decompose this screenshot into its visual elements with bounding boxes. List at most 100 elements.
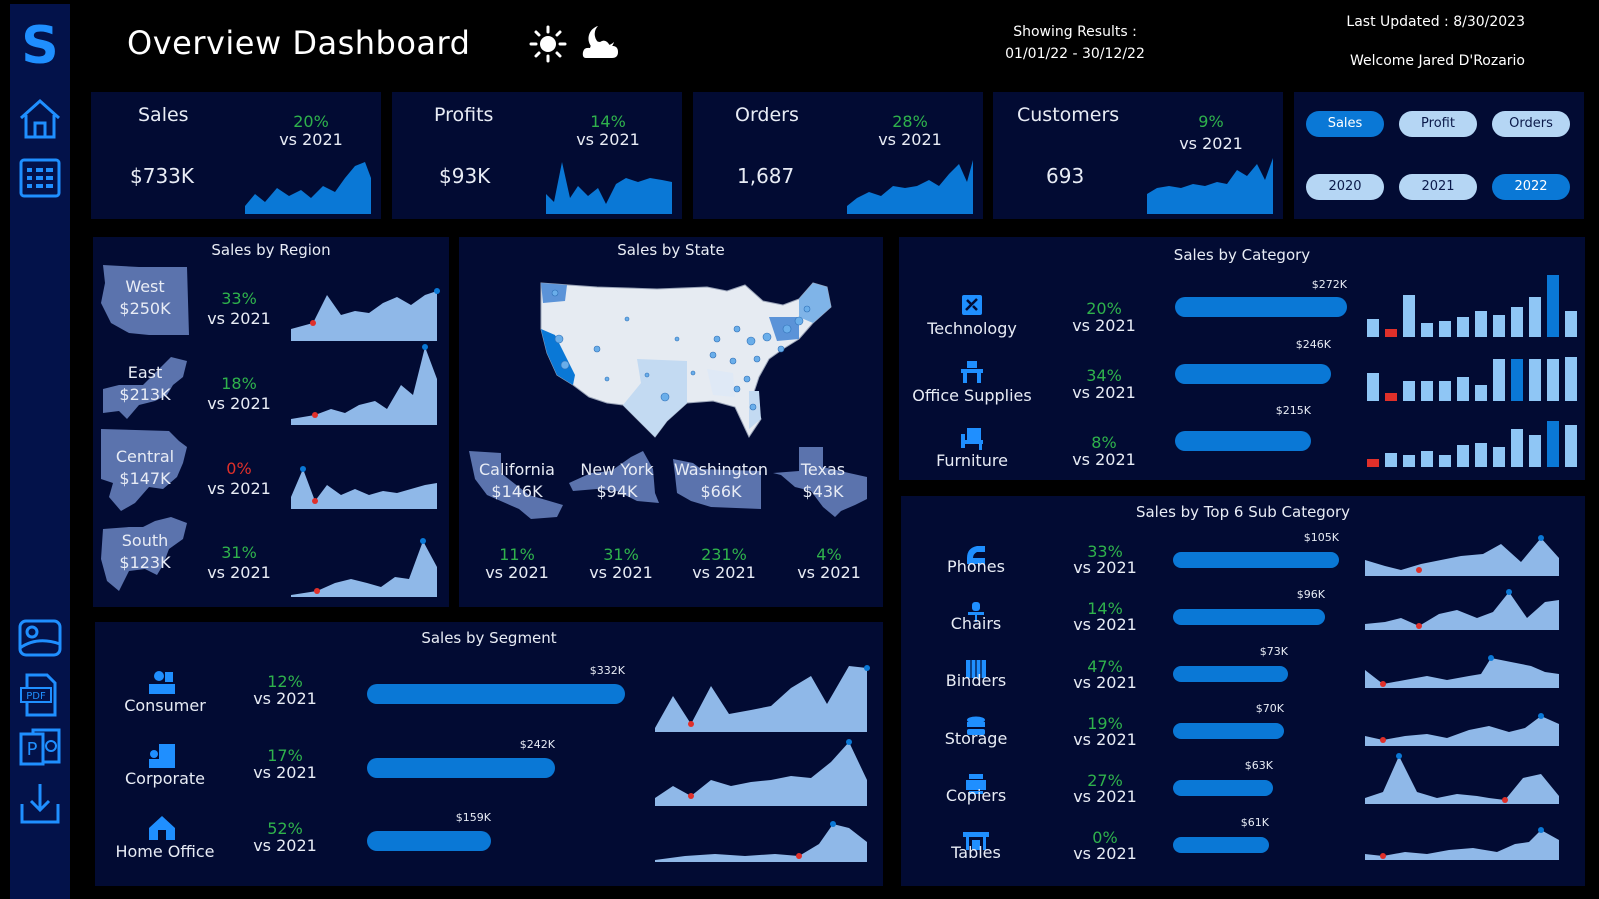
region-value: $213K [119, 385, 171, 404]
sales-by-subcategory-panel: Sales by Top 6 Sub Category Phones Chair… [901, 496, 1585, 886]
furniture-icon [961, 428, 983, 450]
svg-text:PDF: PDF [26, 691, 46, 702]
corporate-icon [149, 744, 175, 768]
download-icon[interactable] [17, 780, 63, 826]
powerpoint-icon[interactable]: P [17, 724, 63, 770]
category-bar-label: $246K [1295, 338, 1331, 351]
subcategory-bar[interactable] [1173, 666, 1288, 682]
state-name: New York [580, 460, 654, 479]
category-bar[interactable] [1175, 431, 1311, 451]
filter-year-2021[interactable]: 2021 [1399, 174, 1477, 200]
region-pct: 31% [221, 543, 257, 562]
category-bar[interactable] [1175, 297, 1347, 317]
subcategory-bar[interactable] [1173, 723, 1284, 739]
region-pct: 0% [226, 459, 252, 478]
subcategory-bar-label: $61K [1240, 816, 1269, 829]
state-value: $43K [802, 482, 844, 501]
section-title: Sales by Region [211, 241, 331, 259]
kpi-vs: vs 2021 [576, 130, 640, 149]
kpi-card-sales[interactable]: Sales $733K 20% vs 2021 [91, 92, 381, 219]
state-vs: vs 2021 [797, 563, 861, 582]
filter-year-2022[interactable]: 2022 [1492, 174, 1570, 200]
kpi-vs: vs 2021 [1179, 134, 1243, 153]
category-monthly-bars [1367, 275, 1577, 337]
segment-bar-label: $159K [455, 811, 491, 824]
kpi-value: $93K [439, 164, 491, 188]
segment-bar[interactable] [367, 684, 625, 704]
state-vs: vs 2021 [589, 563, 653, 582]
subcategory-sparkline [1365, 535, 1559, 576]
sales-by-state-panel: Sales by State California $146K New York… [459, 237, 883, 607]
category-name: Technology [927, 319, 1017, 338]
state-pct: 4% [816, 545, 842, 564]
state-pct: 31% [603, 545, 639, 564]
subcategory-bar[interactable] [1173, 780, 1273, 796]
filter-metric-sales[interactable]: Sales [1306, 111, 1384, 137]
state-vs: vs 2021 [485, 563, 549, 582]
moon-cloud-icon[interactable] [580, 22, 622, 62]
state-value: $146K [491, 482, 543, 501]
region-name: East [127, 363, 163, 382]
image-export-icon[interactable] [17, 616, 63, 662]
segment-vs: vs 2021 [253, 836, 317, 855]
kpi-card-profits[interactable]: Profits $93K 14% vs 2021 [392, 92, 682, 219]
subcategory-vs: vs 2021 [1073, 558, 1137, 577]
kpi-card-customers[interactable]: Customers 693 9% vs 2021 [993, 92, 1283, 219]
region-name: West [125, 277, 165, 296]
category-monthly-bars [1367, 357, 1577, 401]
segment-bar[interactable] [367, 758, 555, 778]
date-range: 01/01/22 - 30/12/22 [1005, 46, 1145, 62]
category-bar-label: $215K [1275, 404, 1311, 417]
filter-year-2020[interactable]: 2020 [1306, 174, 1384, 200]
region-vs: vs 2021 [207, 394, 271, 413]
subcategory-name: Binders [945, 671, 1007, 690]
filter-metric-orders[interactable]: Orders [1492, 111, 1570, 137]
section-title: Sales by Top 6 Sub Category [1135, 503, 1351, 521]
category-bar[interactable] [1175, 364, 1331, 384]
kpi-sparkline [1147, 158, 1273, 214]
us-map[interactable] [537, 279, 833, 439]
subcategory-bar[interactable] [1173, 837, 1269, 853]
subcategory-name: Storage [944, 729, 1008, 748]
segment-sparkline [655, 665, 870, 732]
subcategory-name: Chairs [950, 614, 1002, 633]
subcategory-sparkline [1365, 713, 1559, 746]
region-value: $250K [119, 299, 171, 318]
region-pct: 33% [221, 289, 257, 308]
sales-by-segment-panel: Sales by Segment Consumer Corporate Home… [95, 622, 883, 886]
subcategory-bar[interactable] [1173, 552, 1339, 568]
state-value: $94K [596, 482, 638, 501]
kpi-label: Sales [138, 104, 189, 126]
kpi-label: Customers [1017, 104, 1120, 126]
subcategory-vs: vs 2021 [1073, 730, 1137, 749]
region-pct: 18% [221, 374, 257, 393]
subcategory-bar-label: $96K [1296, 588, 1325, 601]
subcategory-sparkline [1365, 589, 1559, 630]
kpi-vs: vs 2021 [878, 130, 942, 149]
segment-bar[interactable] [367, 831, 491, 851]
segment-bar-label: $242K [519, 738, 555, 751]
home-icon[interactable] [17, 96, 63, 142]
kpi-value: 1,687 [737, 164, 795, 188]
svg-text:P: P [27, 739, 38, 760]
sun-icon[interactable] [529, 25, 567, 63]
kpi-pct: 9% [1198, 112, 1224, 131]
list-icon[interactable] [17, 156, 63, 202]
state-pct: 11% [499, 545, 535, 564]
filter-metric-profit[interactable]: Profit [1399, 111, 1477, 137]
state-vs: vs 2021 [692, 563, 756, 582]
subcategory-bar[interactable] [1173, 609, 1325, 625]
category-vs: vs 2021 [1072, 450, 1136, 469]
state-name: Washington [673, 460, 769, 479]
region-name: Central [115, 447, 175, 466]
kpi-card-orders[interactable]: Orders 1,687 28% vs 2021 [693, 92, 983, 219]
last-updated: Last Updated : 8/30/2023 [1346, 14, 1525, 30]
kpi-sparkline [546, 162, 672, 214]
pdf-icon[interactable]: PDF [17, 672, 63, 718]
subcategory-sparkline [1365, 827, 1559, 860]
consumer-icon [149, 671, 175, 694]
state-name: California [479, 460, 555, 479]
section-title: Sales by Segment [421, 629, 557, 647]
kpi-pct: 28% [892, 112, 928, 131]
segment-sparkline [655, 821, 867, 862]
